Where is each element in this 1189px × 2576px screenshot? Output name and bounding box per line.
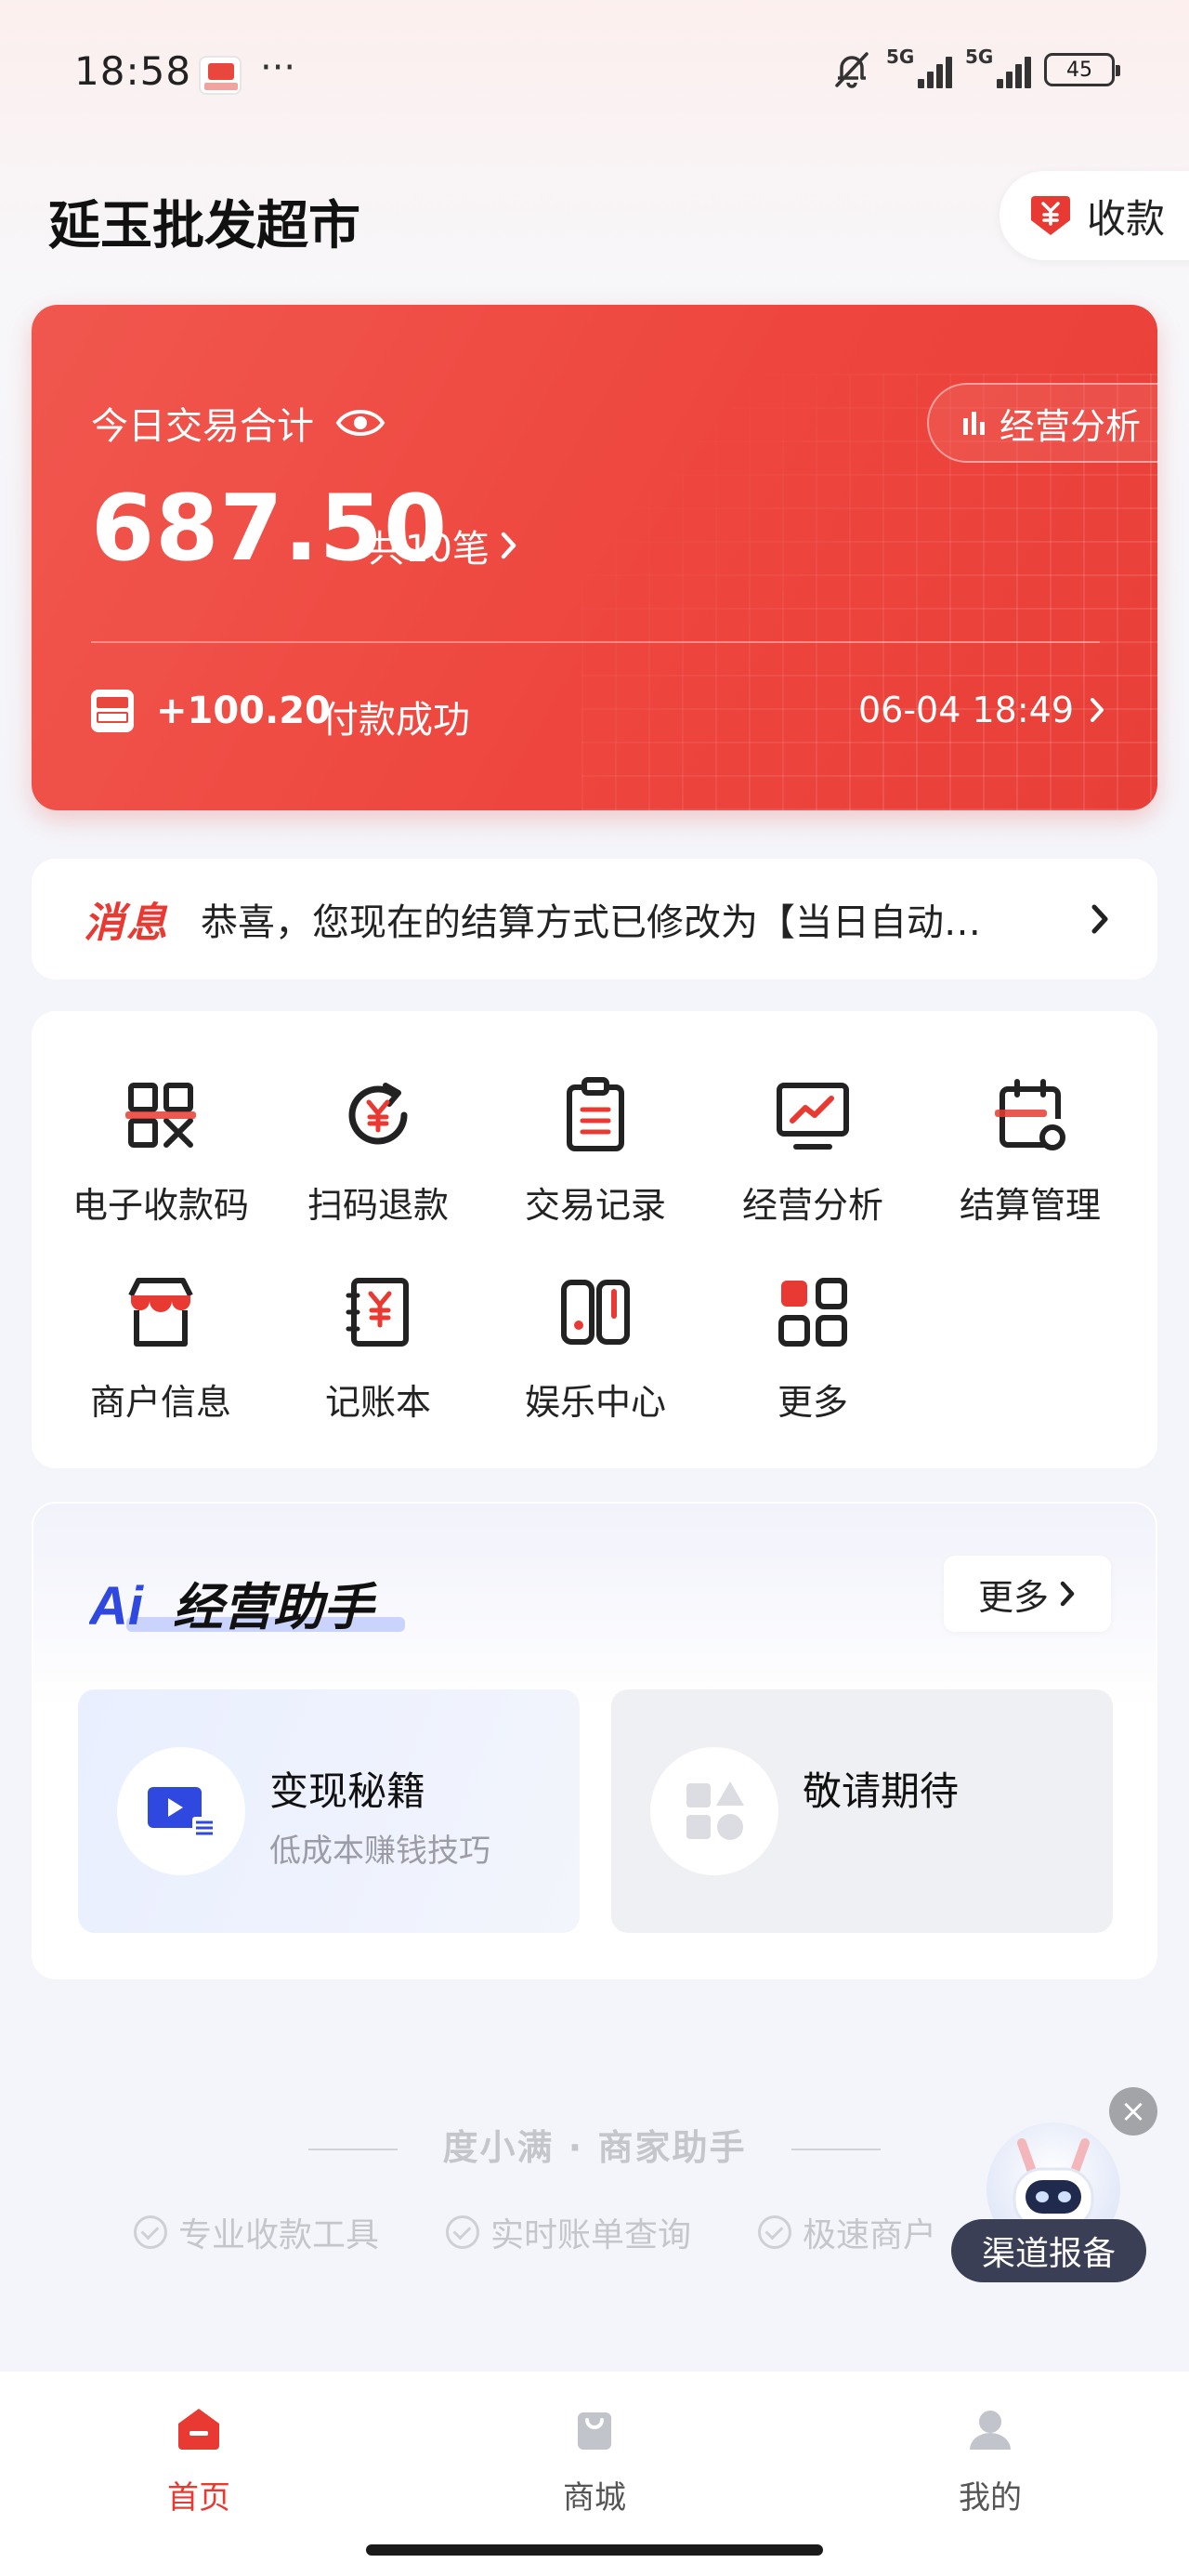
latest-transaction-amount: +100.20 bbox=[156, 690, 331, 732]
menu-label: 商户信息 bbox=[89, 1382, 231, 1423]
latest-transaction-status: 付款成功 bbox=[321, 699, 470, 742]
menu-item-refund[interactable]: 扫码退款 bbox=[269, 1076, 487, 1228]
shopping-bag-icon bbox=[578, 2412, 611, 2450]
shapes-icon bbox=[650, 1747, 778, 1875]
more-notifications-icon: ··· bbox=[260, 46, 296, 89]
nav-label: 首页 bbox=[167, 2479, 230, 2517]
menu-item-ledger[interactable]: 记账本 bbox=[269, 1273, 487, 1425]
svg-text:Ai: Ai bbox=[89, 1576, 145, 1636]
chevron-right-icon bbox=[1060, 1581, 1075, 1607]
feature-list: 专业收款工具 实时账单查询 极速商户 bbox=[134, 2208, 936, 2256]
store-icon bbox=[128, 1278, 193, 1347]
ai-assistant-title: Ai 经营助手 bbox=[87, 1569, 424, 1643]
latest-transaction-link[interactable]: 06-04 18:49 bbox=[858, 690, 1105, 730]
collect-payment-button[interactable]: 收款 bbox=[1000, 171, 1189, 260]
today-summary-card[interactable]: 今日交易合计 经营分析 687.50 共10笔 +100.20 付款成功 06-… bbox=[32, 305, 1157, 810]
ai-tile-subtitle: 低成本赚钱技巧 bbox=[269, 1833, 490, 1870]
svg-text:经营助手: 经营助手 bbox=[173, 1578, 377, 1636]
status-bar: 18:58 ··· 5G 5G 45 bbox=[0, 0, 1189, 149]
payment-receipt-icon bbox=[91, 690, 134, 732]
menu-label: 扫码退款 bbox=[307, 1185, 449, 1226]
ai-tile-title: 敬请期待 bbox=[803, 1768, 960, 1814]
gamepad-icon bbox=[561, 1280, 630, 1345]
video-icon bbox=[117, 1747, 245, 1875]
app-notification-icon bbox=[199, 56, 242, 95]
feature-item: 极速商户 bbox=[758, 2208, 936, 2256]
feature-item: 专业收款工具 bbox=[134, 2208, 379, 2256]
ai-tile-title: 变现秘籍 bbox=[269, 1768, 426, 1814]
menu-item-settlement[interactable]: 结算管理 bbox=[921, 1076, 1139, 1228]
ai-tile-monetization[interactable]: 变现秘籍 低成本赚钱技巧 bbox=[78, 1689, 580, 1933]
clipboard-icon bbox=[567, 1077, 624, 1151]
collect-label: 收款 bbox=[1087, 195, 1166, 242]
analysis-label: 经营分析 bbox=[1000, 405, 1142, 447]
chevron-right-icon bbox=[1091, 698, 1104, 722]
calendar-gear-icon bbox=[995, 1079, 1065, 1150]
nav-label: 商城 bbox=[563, 2479, 626, 2517]
refund-icon bbox=[348, 1083, 408, 1145]
summary-label: 今日交易合计 bbox=[91, 405, 314, 448]
close-floating-button[interactable]: × bbox=[1109, 2087, 1157, 2136]
check-circle-icon bbox=[446, 2215, 480, 2249]
transaction-count: 共10笔 bbox=[368, 528, 490, 571]
ai-assistant-logo: Ai 经营助手 bbox=[87, 1576, 405, 1636]
store-name: 延玉批发超市 bbox=[48, 196, 360, 256]
menu-item-merchant-info[interactable]: 商户信息 bbox=[52, 1273, 269, 1425]
transaction-count-link[interactable]: 共10笔 bbox=[368, 519, 519, 572]
ai-more-button[interactable]: 更多 bbox=[944, 1556, 1111, 1632]
latest-transaction-time: 06-04 18:49 bbox=[857, 690, 1074, 730]
chevron-right-icon bbox=[1091, 904, 1108, 934]
menu-item-records[interactable]: 交易记录 bbox=[487, 1076, 704, 1228]
menu-label: 电子收款码 bbox=[72, 1185, 249, 1226]
ai-assistant-card: Ai 经营助手 更多 变现秘籍 低成本赚钱技巧 敬请期待 bbox=[32, 1502, 1157, 1979]
summary-label-row: 今日交易合计 bbox=[91, 396, 386, 450]
business-analysis-button[interactable]: 经营分析 bbox=[927, 383, 1157, 463]
menu-item-analysis[interactable]: 经营分析 bbox=[704, 1076, 921, 1228]
feature-item: 实时账单查询 bbox=[446, 2208, 691, 2256]
function-grid: 电子收款码 扫码退款 交易记录 经营分析 结算管理 商户信息 记账本 娱乐中心 … bbox=[32, 1011, 1157, 1468]
message-banner[interactable]: 消息 恭喜，您现在的结算方式已修改为【当日自动… bbox=[32, 859, 1157, 979]
menu-item-qrcode[interactable]: 电子收款码 bbox=[52, 1076, 269, 1228]
menu-label: 结算管理 bbox=[959, 1185, 1101, 1226]
signal-sim1-icon: 5G bbox=[886, 46, 952, 88]
bell-muted-icon bbox=[835, 52, 869, 88]
signal-sim2-icon: 5G bbox=[965, 46, 1031, 88]
check-circle-icon bbox=[134, 2215, 167, 2249]
menu-label: 记账本 bbox=[324, 1382, 431, 1423]
menu-label: 经营分析 bbox=[741, 1185, 883, 1226]
nav-label: 我的 bbox=[959, 2479, 1022, 2517]
nav-mall[interactable]: 商城 bbox=[502, 2403, 687, 2517]
status-time: 18:58 bbox=[74, 48, 192, 94]
menu-label: 更多 bbox=[777, 1382, 848, 1423]
user-icon bbox=[970, 2411, 1011, 2450]
message-text: 恭喜，您现在的结算方式已修改为【当日自动… bbox=[201, 901, 981, 944]
menu-label: 交易记录 bbox=[524, 1185, 666, 1226]
eye-icon[interactable] bbox=[334, 404, 386, 441]
home-indicator[interactable] bbox=[366, 2544, 823, 2556]
menu-label: 娱乐中心 bbox=[524, 1382, 666, 1423]
check-circle-icon bbox=[758, 2215, 792, 2249]
ledger-icon bbox=[346, 1278, 409, 1347]
home-icon bbox=[178, 2409, 219, 2450]
menu-item-more[interactable]: 更多 bbox=[704, 1273, 921, 1425]
nav-profile[interactable]: 我的 bbox=[897, 2403, 1083, 2517]
menu-item-entertainment[interactable]: 娱乐中心 bbox=[487, 1273, 704, 1425]
grid-icon bbox=[778, 1278, 847, 1347]
ai-more-label: 更多 bbox=[977, 1576, 1049, 1618]
nav-home[interactable]: 首页 bbox=[106, 2403, 292, 2517]
bar-chart-icon bbox=[963, 412, 985, 435]
battery-icon: 45 bbox=[1044, 53, 1120, 86]
divider bbox=[91, 641, 1100, 643]
collect-icon bbox=[1031, 196, 1070, 235]
message-tag: 消息 bbox=[84, 900, 169, 947]
qrcode-icon bbox=[125, 1083, 196, 1148]
ai-tile-coming-soon[interactable]: 敬请期待 bbox=[611, 1689, 1113, 1933]
chevron-right-icon bbox=[501, 532, 516, 559]
monitor-chart-icon bbox=[777, 1083, 849, 1150]
channel-report-button[interactable]: 渠道报备 bbox=[951, 2219, 1146, 2282]
